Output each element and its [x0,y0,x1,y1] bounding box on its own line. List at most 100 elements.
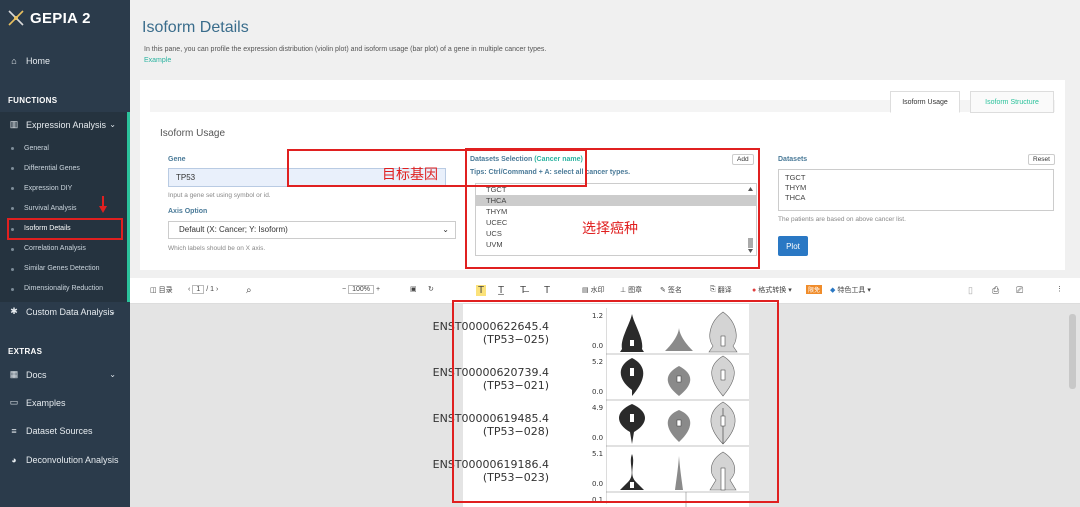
dataset-option[interactable]: UVM [476,239,756,250]
chevron-left-icon: ‹ [188,286,191,293]
isoform-id: ENST00000619485.4 [432,412,549,425]
tab-isoform-structure[interactable]: Isoform Structure [970,91,1054,113]
highlight-text-icon[interactable]: T [476,285,487,296]
chevron-right-icon: › [216,286,219,293]
axis-option-label: Axis Option [168,208,208,215]
pdf-page: ENST00000622645.4 (TP53−025) ENST0000062… [433,304,749,507]
add-button[interactable]: Add [732,154,754,165]
nav-dataset-sources-label: Dataset Sources [26,426,93,436]
page-description: In this pane, you can profile the expres… [144,46,547,53]
home-icon: ⌂ [11,56,17,66]
underline-text-icon[interactable]: T̲ [498,285,504,296]
chevron-down-icon: ⌄ [109,307,116,316]
search-icon[interactable]: ⌕ [246,285,252,296]
sign-button[interactable]: ✎ 签名 [660,285,682,295]
axis-option-select[interactable]: Default (X: Cancer; Y: Isoform) ⌄ [168,221,456,239]
zoom-out-icon: − [342,286,347,293]
dataset-entry: THCA [785,193,806,202]
functions-header: FUNCTIONS [8,96,58,105]
violin-thyy [675,456,683,490]
strikethrough-text-icon[interactable]: T̶ [520,285,526,296]
fit-page-icon[interactable]: ▣ [410,285,417,293]
sub-item-general[interactable]: General [24,145,49,152]
isoform-panel: Isoform Usage Isoform Structure Isoform … [140,80,1065,270]
text-box-icon[interactable]: T [544,285,550,296]
nav-custom-data-analysis[interactable]: ✱ Custom Data Analysis ⌄ [0,306,130,317]
dataset-option[interactable]: TGCT [476,184,756,195]
translate-button[interactable]: ⎘ 翻译 [710,285,732,295]
isoform-name: (TP53−028) [482,425,549,438]
more-icon[interactable]: ⋮ [1056,285,1063,293]
sub-item-expression-diy[interactable]: Expression DIY [24,185,72,192]
dataset-option[interactable]: THYM [476,206,756,217]
nav-examples[interactable]: ▭ Examples [0,397,130,408]
stamp-icon: ⊥ [620,287,627,294]
sub-item-dimensionality-reduction[interactable]: Dimensionality Reduction [24,285,103,292]
rotate-icon[interactable]: ↻ [428,285,434,293]
translate-icon: ⎘ [710,286,716,293]
format-convert-button[interactable]: ● 格式转换 ▾ [752,285,792,295]
axis-option-value: Default (X: Cancer; Y: Isoform) [179,225,288,234]
tab-isoform-usage[interactable]: Isoform Usage [890,91,960,113]
zoom-level[interactable]: 100% [348,285,374,294]
watermark-button[interactable]: ▤ 水印 [582,285,605,295]
windows-icon: ▦ [9,369,19,379]
watermark-label: 水印 [590,287,605,294]
annotation-cancer: 选择癌种 [582,220,638,236]
features-label: 特色工具 [837,287,866,294]
pdf-toolbar: ◫ 目录 ‹ 1 / 1 › ⌕ − 100% + ▣ ↻ T T̲ T̶ T … [130,278,1080,304]
page-navigator[interactable]: ‹ 1 / 1 › [188,285,218,294]
toc-button[interactable]: ◫ 目录 [150,285,173,295]
listbox-scrollbar[interactable] [747,186,754,254]
gear-icon: ✱ [10,306,18,316]
isoform-name: (TP53−025) [482,333,549,346]
chevron-down-icon: ▾ [788,287,792,294]
example-link[interactable]: Example [144,57,171,64]
zoom-in-icon: + [376,286,381,293]
bullet-icon [11,248,14,251]
stamp-button[interactable]: ⊥ 图章 [620,285,642,295]
sub-item-isoform-details[interactable]: Isoform Details [24,225,71,232]
nav-home[interactable]: ⌂ Home [0,56,130,66]
nav-expression-analysis[interactable]: ▥ Expression Analysis ⌄ [0,119,130,130]
boxplot-marker [630,414,634,422]
convert-icon: ● [752,286,757,294]
violin-tgct [620,358,644,396]
zoom-controls[interactable]: − 100% + [342,285,380,294]
nav-docs[interactable]: ▦ Docs ⌄ [0,369,130,380]
plot-button[interactable]: Plot [778,236,808,256]
sub-item-differential-genes[interactable]: Differential Genes [24,165,80,172]
boxplot-marker [630,368,634,376]
reset-button[interactable]: Reset [1028,154,1055,165]
y-tick-max: 4.9 [592,404,604,412]
page-current[interactable]: 1 [192,285,205,294]
isoform-row-label: ENST00000619485.4 (TP53−028) [433,412,549,438]
y-tick-min: 0.0 [592,480,604,488]
watermark-icon: ▤ [582,287,589,294]
sidebar-panel-icon: ◫ [150,287,157,294]
datasets-textarea[interactable]: TGCT THYM THCA [778,169,1054,211]
app-logo[interactable]: GEPIA 2 [6,8,91,28]
sub-item-correlation-analysis[interactable]: Correlation Analysis [24,245,86,252]
sub-item-similar-genes[interactable]: Similar Genes Detection [24,265,99,272]
isoform-row-label: ENST00000622645.4 (TP53−025) [433,320,549,346]
viewer-scrollbar[interactable] [1069,314,1076,389]
isoform-id: ENST00000619186.4 [432,458,549,471]
dataset-option-selected[interactable]: THCA [476,195,756,206]
boxplot-marker [676,419,682,427]
nav-dataset-sources[interactable]: ≡ Dataset Sources [0,426,130,436]
patients-note: The patients are based on above cancer l… [778,216,906,223]
bullet-icon [11,288,14,291]
nav-custom-data-label: Custom Data Analysis [26,306,115,317]
isoform-name: (TP53−023) [482,471,549,484]
pen-icon: ✎ [660,287,666,294]
print-icon[interactable]: ⎚ [1016,285,1023,296]
document-icon[interactable]: ▯ [968,285,973,296]
violin-tgct [620,314,644,352]
chevron-down-icon: ⌄ [109,370,116,379]
nav-deconvolution[interactable]: ◕ Deconvolution Analysis [0,455,130,465]
export-icon[interactable]: ⎙ [992,285,999,296]
nav-examples-label: Examples [26,397,66,408]
features-button[interactable]: ◆ 特色工具 ▾ [830,285,871,295]
sub-item-survival-analysis[interactable]: Survival Analysis [24,205,77,212]
